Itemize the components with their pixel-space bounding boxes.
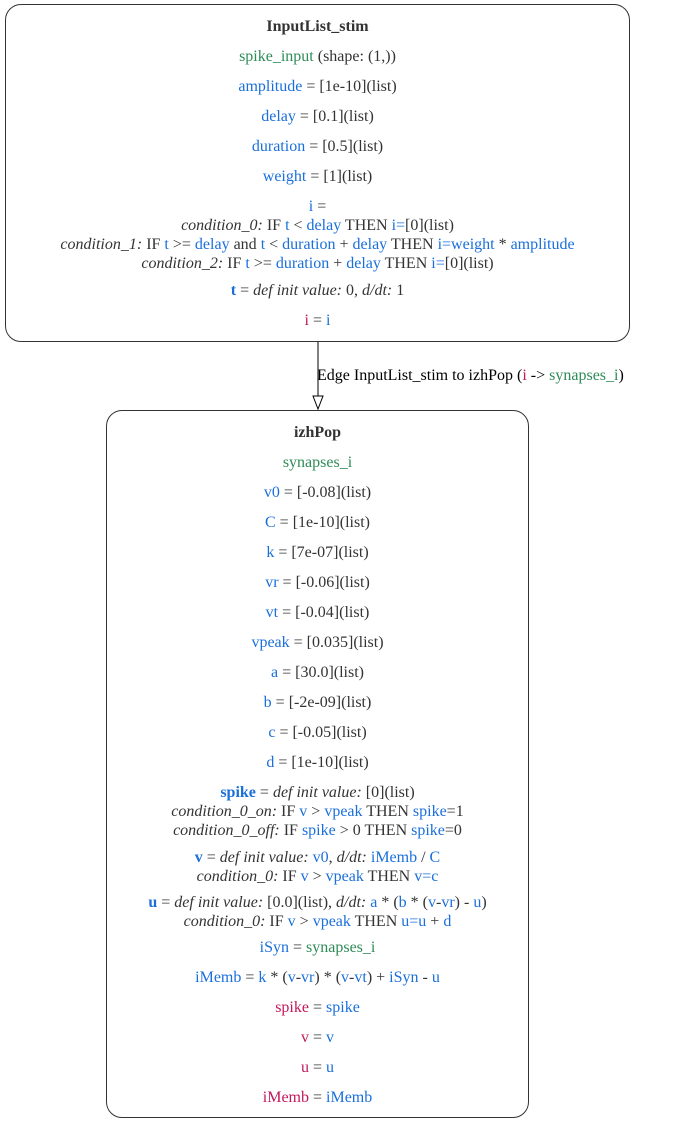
param-row-vt: vt = [-0.04](list) [265, 604, 370, 621]
param-row-amplitude: amplitude = [1e-10](list) [238, 78, 397, 95]
node-title: izhPop [293, 424, 342, 441]
state-t-row: t = def init value: 0, d/dt: 1 [230, 282, 405, 299]
output-u-row: u = u [300, 1059, 335, 1076]
state-v-row: v = def init value: v0, d/dt: iMemb / C [194, 849, 441, 866]
state-spike-row: spike = def init value: [0](list) [220, 784, 415, 801]
state-spike-condition-off: condition_0_off: IF spike > 0 THEN spike… [173, 822, 462, 839]
output-i-row: i = i [304, 312, 331, 329]
param-row-b: b = [-2e-09](list) [263, 694, 372, 711]
derived-i-condition-0: condition_0: IF t < delay THEN i=[0](lis… [181, 217, 454, 234]
param-row-weight: weight = [1](list) [262, 168, 373, 185]
state-u-row: u = def init value: [0.0](list), d/dt: a… [148, 894, 487, 911]
node-inputlist-stim[interactable]: InputList_stim spike_input (shape: (1,))… [5, 4, 630, 342]
output-v-row: v = v [300, 1029, 335, 1046]
port-row: synapses_i [282, 454, 353, 471]
derived-i-condition-2: condition_2: IF t >= duration + delay TH… [141, 255, 494, 272]
edge-arrowhead [312, 395, 324, 411]
state-v-condition-0: condition_0: IF v > vpeak THEN v=c [196, 868, 439, 885]
param-row-v0: v0 = [-0.08](list) [263, 484, 372, 501]
output-spike-row: spike = spike [275, 999, 360, 1016]
state-spike-condition-on: condition_0_on: IF v > vpeak THEN spike=… [171, 803, 464, 820]
param-row-vpeak: vpeak = [0.035](list) [251, 634, 384, 651]
node-title: InputList_stim [266, 18, 369, 35]
derived-i-condition-1: condition_1: IF t >= delay and t < durat… [60, 236, 575, 253]
node-izhpop[interactable]: izhPop synapses_i v0 = [-0.08](list) C =… [106, 410, 529, 1118]
derived-imemb-row: iMemb = k * (v-vr) * (v-vt) + iSyn - u [195, 969, 440, 986]
output-imemb-row: iMemb = iMemb [262, 1089, 373, 1106]
param-row-a: a = [30.0](list) [270, 664, 364, 681]
param-row-duration: duration = [0.5](list) [251, 138, 384, 155]
edge-label: Edge InputList_stim to izhPop (i -> syna… [317, 367, 624, 384]
state-u-condition-0: condition_0: IF v > vpeak THEN u=u + d [183, 913, 452, 930]
port-row: spike_input (shape: (1,)) [239, 48, 396, 65]
derived-isyn-row: iSyn = synapses_i [259, 939, 376, 956]
param-row-k: k = [7e-07](list) [266, 544, 369, 561]
param-row-d: d = [1e-10](list) [266, 754, 369, 771]
derived-i-head: i = [308, 198, 327, 215]
param-row-c-lower: c = [-0.05](list) [268, 724, 367, 741]
param-row-c: C = [1e-10](list) [265, 514, 370, 531]
param-row-vr: vr = [-0.06](list) [265, 574, 370, 591]
param-row-delay: delay = [0.1](list) [261, 108, 374, 125]
